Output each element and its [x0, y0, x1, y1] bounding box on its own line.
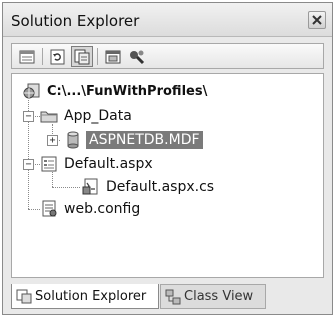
tree-item-label: web.config — [64, 201, 141, 217]
solution-explorer-window: Solution Explorer C:\...\FunWithProfiles… — [2, 2, 333, 315]
window-title: Solution Explorer — [11, 12, 140, 30]
tree-item-label: ASPNETDB.MDF — [86, 131, 203, 149]
tree-root-label: C:\...\FunWithProfiles\ — [47, 83, 208, 99]
tree-item-web-config[interactable]: web.config — [40, 199, 140, 219]
web-form-icon — [40, 155, 58, 173]
tree-item-aspnetdb[interactable]: ASPNETDB.MDF — [64, 130, 203, 150]
view-designer-icon — [105, 50, 121, 63]
tree-item-default-aspx[interactable]: Default.aspx — [40, 154, 153, 174]
tab-label: Solution Explorer — [35, 288, 147, 304]
tree-item-label: App_Data — [64, 108, 132, 124]
asp-net-configuration-button[interactable] — [126, 46, 148, 67]
tree-item-label: Default.aspx.cs — [106, 179, 215, 195]
aspnetdb-expander[interactable]: + — [47, 135, 58, 146]
tree-item-label: Default.aspx — [64, 156, 153, 172]
properties-button[interactable] — [16, 46, 38, 67]
solution-explorer-icon — [16, 288, 32, 304]
config-file-icon — [40, 200, 58, 218]
show-all-files-icon — [74, 49, 90, 64]
tab-label: Class View — [184, 289, 254, 304]
tab-class-view[interactable]: Class View — [160, 284, 266, 309]
refresh-button[interactable] — [47, 46, 69, 67]
website-icon — [23, 82, 41, 100]
folder-icon — [40, 107, 58, 125]
tool-window-tabs: Solution Explorer Class View — [11, 284, 324, 310]
tab-solution-explorer[interactable]: Solution Explorer — [11, 284, 159, 309]
database-icon — [64, 131, 82, 149]
title-bar: Solution Explorer — [3, 3, 332, 37]
close-icon — [312, 15, 322, 25]
default-aspx-expander[interactable]: − — [23, 159, 34, 170]
show-all-files-button[interactable] — [71, 46, 93, 67]
properties-icon — [19, 50, 35, 63]
toolbar — [11, 43, 324, 69]
solution-tree: C:\...\FunWithProfiles\ − App_Data + ASP… — [11, 73, 324, 278]
refresh-icon — [50, 49, 65, 64]
view-designer-button[interactable] — [102, 46, 124, 67]
close-button[interactable] — [308, 11, 326, 29]
code-file-icon — [82, 178, 100, 196]
class-view-icon — [165, 289, 181, 305]
tree-root[interactable]: C:\...\FunWithProfiles\ — [23, 81, 207, 101]
tree-item-app-data[interactable]: App_Data — [40, 106, 132, 126]
app-data-expander[interactable]: − — [23, 111, 34, 122]
tree-item-default-aspx-cs[interactable]: Default.aspx.cs — [82, 177, 214, 197]
asp-net-configuration-icon — [130, 50, 145, 64]
